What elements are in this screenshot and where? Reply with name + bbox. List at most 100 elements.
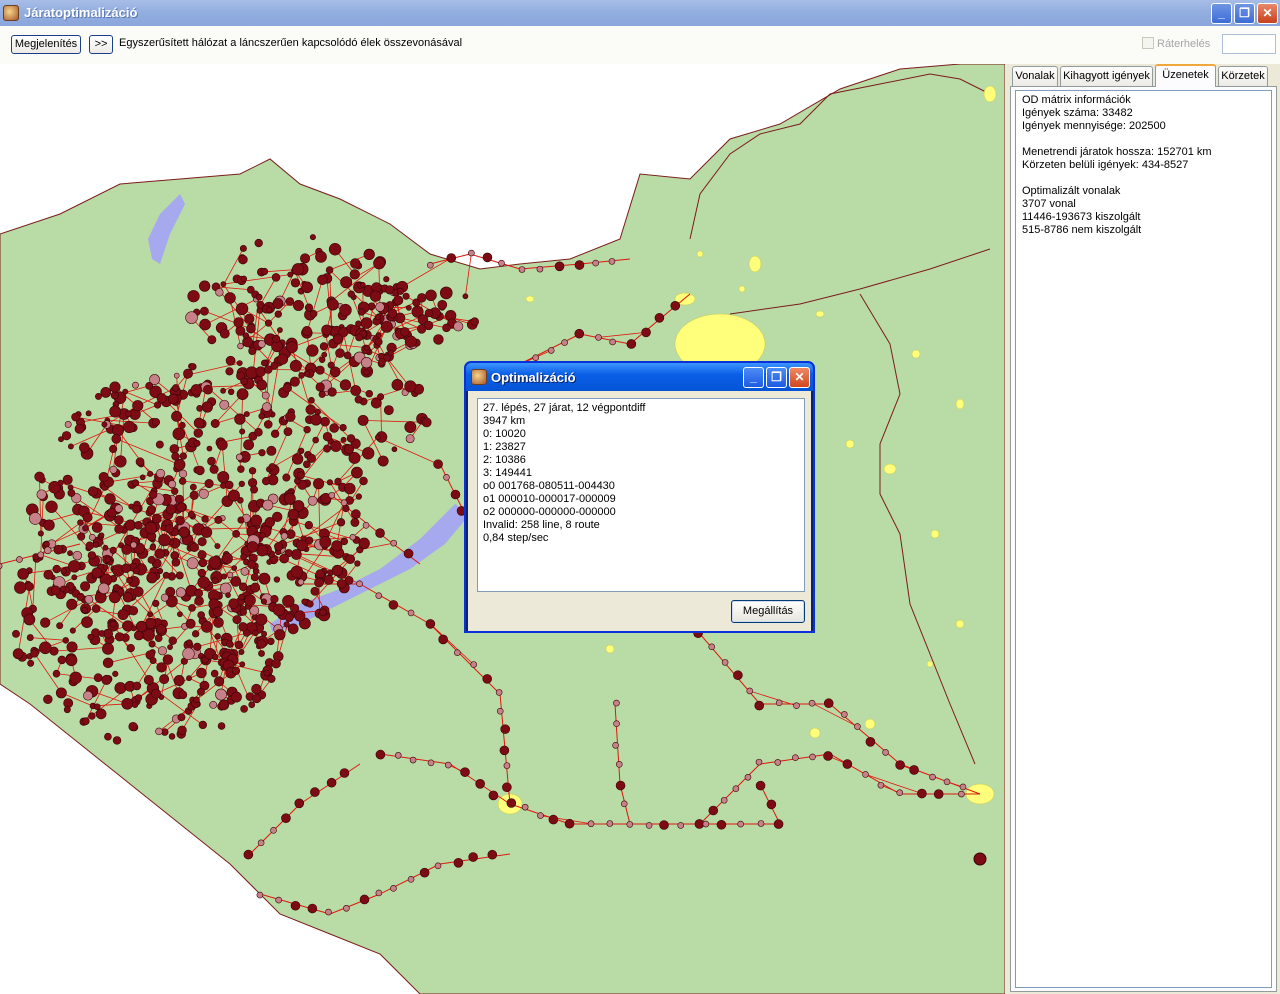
stop-node (262, 499, 274, 511)
stop-node (300, 253, 311, 264)
stop-node (895, 760, 905, 770)
overload-checkbox[interactable]: Ráterhelés (1142, 37, 1210, 50)
messages-textbox[interactable]: OD mátrix információk Igények száma: 3348… (1015, 90, 1272, 988)
stop-node (291, 549, 302, 560)
stop-node (262, 402, 272, 412)
stop-node (654, 313, 665, 323)
stop-node (256, 300, 265, 309)
stop-node (25, 582, 34, 591)
stop-node (363, 248, 375, 261)
value-field[interactable] (1222, 34, 1276, 54)
show-button[interactable]: Megjelenítés (11, 35, 81, 54)
stop-node (383, 276, 390, 283)
stop-node (98, 472, 109, 483)
stop-node (248, 701, 256, 709)
stop-button[interactable]: Megállítás (731, 600, 805, 623)
stop-node (244, 313, 255, 324)
tab-districts[interactable]: Körzetek (1218, 66, 1268, 86)
stop-node (450, 489, 461, 500)
stop-node (197, 550, 207, 560)
stop-node (351, 509, 361, 519)
stop-node (196, 405, 203, 412)
stop-node (327, 387, 337, 397)
stop-node (732, 785, 740, 792)
stop-node (77, 519, 84, 526)
stop-node (192, 630, 200, 638)
stop-node (44, 546, 52, 555)
stop-node (149, 544, 156, 551)
stop-node (394, 752, 402, 759)
stop-node (306, 453, 316, 463)
stop-node (258, 412, 266, 420)
stop-node (179, 452, 187, 460)
stop-node (114, 632, 125, 642)
stop-node (720, 796, 728, 804)
stop-node (178, 421, 186, 429)
minimize-button[interactable]: _ (1211, 3, 1232, 24)
dialog-maximize-button[interactable]: ❐ (766, 367, 787, 388)
stop-node (231, 666, 241, 675)
stop-node (343, 444, 354, 455)
stop-node (218, 699, 230, 711)
tab-skipped-demands[interactable]: Kihagyott igények (1060, 66, 1153, 86)
stop-node (14, 581, 27, 594)
stop-node (444, 761, 452, 769)
stop-node (294, 798, 305, 809)
checkbox-box[interactable] (1142, 37, 1154, 49)
stop-node (315, 251, 327, 263)
stop-node (809, 753, 816, 761)
stop-node (98, 630, 106, 637)
progress-textbox[interactable]: 27. lépés, 27 járat, 12 végpontdiff 3947 … (477, 398, 805, 592)
stop-node (26, 634, 34, 642)
message-line: 11446-193673 kiszolgált (1022, 211, 1141, 223)
dialog-close-button[interactable]: ✕ (789, 367, 810, 388)
stop-node (272, 334, 281, 343)
next-step-button[interactable]: >> (89, 35, 113, 54)
dialog-minimize-button[interactable]: _ (743, 367, 764, 388)
stop-node (325, 266, 334, 274)
stop-node (261, 477, 271, 486)
stop-node (226, 571, 234, 579)
stop-node (659, 820, 669, 830)
stop-node (973, 852, 987, 866)
stop-node (468, 249, 475, 257)
stop-node (294, 610, 306, 622)
stop-node (284, 613, 294, 623)
restore-button[interactable]: ❐ (1234, 3, 1255, 24)
stop-node (285, 297, 295, 306)
stop-node (359, 894, 370, 905)
window-title: Járatoptimalizáció (24, 5, 138, 20)
stop-node (252, 629, 259, 637)
stop-node (52, 669, 61, 678)
stop-node (755, 758, 763, 766)
stop-node (554, 261, 565, 272)
tab-messages[interactable]: Üzenetek (1155, 64, 1216, 87)
stop-node (297, 578, 305, 586)
tab-lines[interactable]: Vonalak (1012, 66, 1058, 86)
stop-node (177, 725, 187, 736)
settlement (883, 463, 897, 475)
stop-node (417, 324, 427, 334)
stop-node (301, 281, 313, 294)
close-button[interactable]: ✕ (1257, 3, 1278, 24)
progress-line: Invalid: 258 line, 8 route (483, 519, 600, 531)
stop-node (255, 613, 268, 626)
stop-node (328, 491, 336, 499)
stop-node (213, 676, 225, 687)
stop-node (186, 639, 193, 646)
stop-node (291, 263, 305, 276)
stop-node (626, 339, 637, 349)
stop-node (43, 519, 55, 531)
stop-node (112, 670, 119, 677)
stop-node (247, 478, 258, 488)
stop-node (313, 478, 325, 490)
stop-node (109, 546, 117, 554)
stop-node (147, 611, 154, 618)
stop-node (77, 532, 86, 541)
dialog-title-bar[interactable]: Optimalizáció _ ❐ ✕ (466, 363, 813, 391)
stop-node (34, 471, 45, 482)
stop-node (188, 604, 196, 612)
stop-node (305, 404, 316, 415)
stop-node (502, 782, 512, 793)
stop-node (203, 384, 213, 395)
